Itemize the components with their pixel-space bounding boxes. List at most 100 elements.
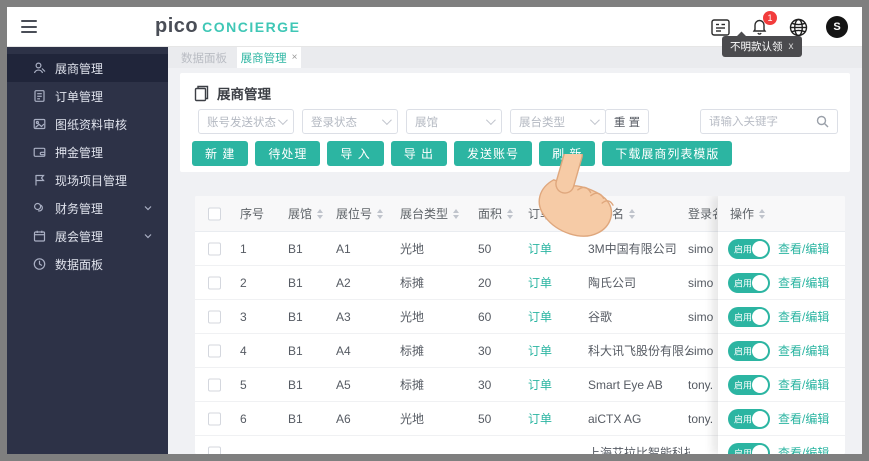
deposit-icon [33,147,46,157]
page-title-text: 展商管理 [217,87,271,102]
language-globe-icon[interactable] [787,16,809,38]
import-button[interactable]: 导 入 [327,141,384,166]
sort-icon[interactable] [453,208,460,219]
filter-booth-type[interactable]: 展台类型 [510,109,606,134]
row-checkbox[interactable] [208,242,221,255]
enable-toggle[interactable]: 启用 [728,442,770,454]
sidebar-item-drawing-review[interactable]: 图纸资料审核 [7,110,168,138]
exhibitor-name: 上海艾拉比智能科技有 [588,446,690,454]
sort-icon[interactable] [507,208,514,219]
screenshot-frame: pico CONCIERGE 1 S 不明款认领 x 展商管理 订单管理 图纸资… [0,0,869,461]
enable-toggle[interactable]: 启用 [728,306,770,327]
refresh-button[interactable]: 刷 新 [539,141,596,166]
view-edit-link[interactable]: 查看/编辑 [778,308,829,325]
order-link[interactable]: 订单 [528,308,552,325]
hamburger-menu-icon[interactable] [21,20,37,33]
logo-concierge: CONCIERGE [202,19,301,35]
tooltip-close-icon[interactable]: x [789,41,794,52]
col-header-area[interactable]: 面积 [478,196,524,231]
download-exhibitor-template-button[interactable]: 下载展商列表模版 [602,141,733,166]
chevron-down-icon [277,115,288,126]
row-checkbox[interactable] [208,344,221,357]
new-button[interactable]: 新 建 [192,141,249,166]
claim-form-icon[interactable] [709,16,731,38]
row-checkbox[interactable] [208,310,221,323]
reset-button[interactable]: 重 置 [605,109,649,134]
col-header-action[interactable]: 操作 [718,196,845,232]
filter-placeholder: 展馆 [415,116,438,129]
page-title-pages-icon [194,85,209,101]
tab-exhibitor-management[interactable]: 展商管理 × [237,47,301,68]
notification-badge: 1 [763,11,777,25]
order-link[interactable]: 订单 [528,274,552,291]
col-header-booth[interactable]: 展位号 [336,196,396,231]
view-edit-link[interactable]: 查看/编辑 [778,444,829,454]
filter-placeholder: 登录状态 [311,116,357,129]
view-edit-link[interactable]: 查看/编辑 [778,342,829,359]
pending-button[interactable]: 待处理 [255,141,321,166]
sidebar-item-label: 展会管理 [55,229,104,244]
send-account-button[interactable]: 发送账号 [454,141,533,166]
notifications-bell-icon[interactable]: 1 [748,11,777,38]
sidebar-item-data-dashboard[interactable]: 数据面板 [7,250,168,278]
sidebar-item-label: 图纸资料审核 [55,117,128,132]
claim-tooltip-text: 不明款认领 [730,41,783,53]
col-header-hall[interactable]: 展馆 [288,196,332,231]
sidebar-item-deposit-management[interactable]: 押金管理 [7,138,168,166]
action-buttons-row: 新 建 待处理 导 入 导 出 发送账号 刷 新 下载展商列表模版 [192,141,733,166]
sort-icon[interactable] [759,208,766,219]
select-all-checkbox[interactable] [208,207,221,220]
row-checkbox[interactable] [208,446,221,454]
toggle-knob [752,376,768,393]
sidebar-item-label: 数据面板 [55,257,104,272]
view-edit-link[interactable]: 查看/编辑 [778,274,829,291]
enable-toggle[interactable]: 启用 [728,408,770,429]
enable-toggle[interactable]: 启用 [728,374,770,395]
action-cell: 启用 查看/编辑 [718,402,845,436]
tab-data-dashboard[interactable]: 数据面板 [175,47,233,68]
filter-hall[interactable]: 展馆 [406,109,502,134]
sidebar-item-finance-management[interactable]: 财务管理 [7,194,168,222]
sidebar-item-exhibitor-management[interactable]: 展商管理 [7,54,168,82]
col-header-login[interactable]: 登录名 [688,196,717,231]
fixed-action-column: 操作 启用 查看/编辑 启用 查看/编辑 启用 查看/编辑 启用 查看/编辑 启… [718,196,845,454]
export-button[interactable]: 导 出 [390,141,448,166]
enable-toggle[interactable]: 启用 [728,340,770,361]
view-edit-link[interactable]: 查看/编辑 [778,376,829,393]
claim-tooltip: 不明款认领 x [722,36,802,57]
order-link[interactable]: 订单 [528,376,552,393]
user-avatar[interactable]: S [826,16,848,38]
order-link[interactable]: 订单 [528,410,552,427]
exhibitor-name: aiCTX AG [588,411,642,426]
sort-icon[interactable] [317,208,324,219]
order-link[interactable]: 订单 [528,342,552,359]
search-input[interactable] [709,115,816,128]
search-icon[interactable] [816,115,829,128]
sidebar-item-label: 财务管理 [55,201,104,216]
sidebar-item-exhibition-management[interactable]: 展会管理 [7,222,168,250]
enable-toggle[interactable]: 启用 [728,272,770,293]
filter-account-send-status[interactable]: 账号发送状态 [198,109,294,134]
sidebar-item-onsite-project-management[interactable]: 现场项目管理 [7,166,168,194]
row-checkbox[interactable] [208,378,221,391]
sort-icon[interactable] [557,208,564,219]
tab-close-icon[interactable]: × [292,52,298,63]
col-header-order[interactable]: 订单 [528,196,584,231]
action-cell: 启用 查看/编辑 [718,300,845,334]
sidebar-item-order-management[interactable]: 订单管理 [7,82,168,110]
col-header-name[interactable]: 展商名 [588,196,690,231]
row-checkbox[interactable] [208,276,221,289]
enable-toggle[interactable]: 启用 [728,238,770,259]
view-edit-link[interactable]: 查看/编辑 [778,410,829,427]
filter-login-status[interactable]: 登录状态 [302,109,398,134]
view-edit-link[interactable]: 查看/编辑 [778,240,829,257]
order-link[interactable]: 订单 [528,240,552,257]
drawing-review-icon [33,118,46,130]
sort-icon[interactable] [377,208,384,219]
col-header-type[interactable]: 展台类型 [400,196,474,231]
sort-icon[interactable] [629,208,636,219]
sidebar-item-label: 展商管理 [55,61,104,76]
exhibitor-icon [33,62,46,74]
sidebar-item-label: 押金管理 [55,145,104,160]
row-checkbox[interactable] [208,412,221,425]
